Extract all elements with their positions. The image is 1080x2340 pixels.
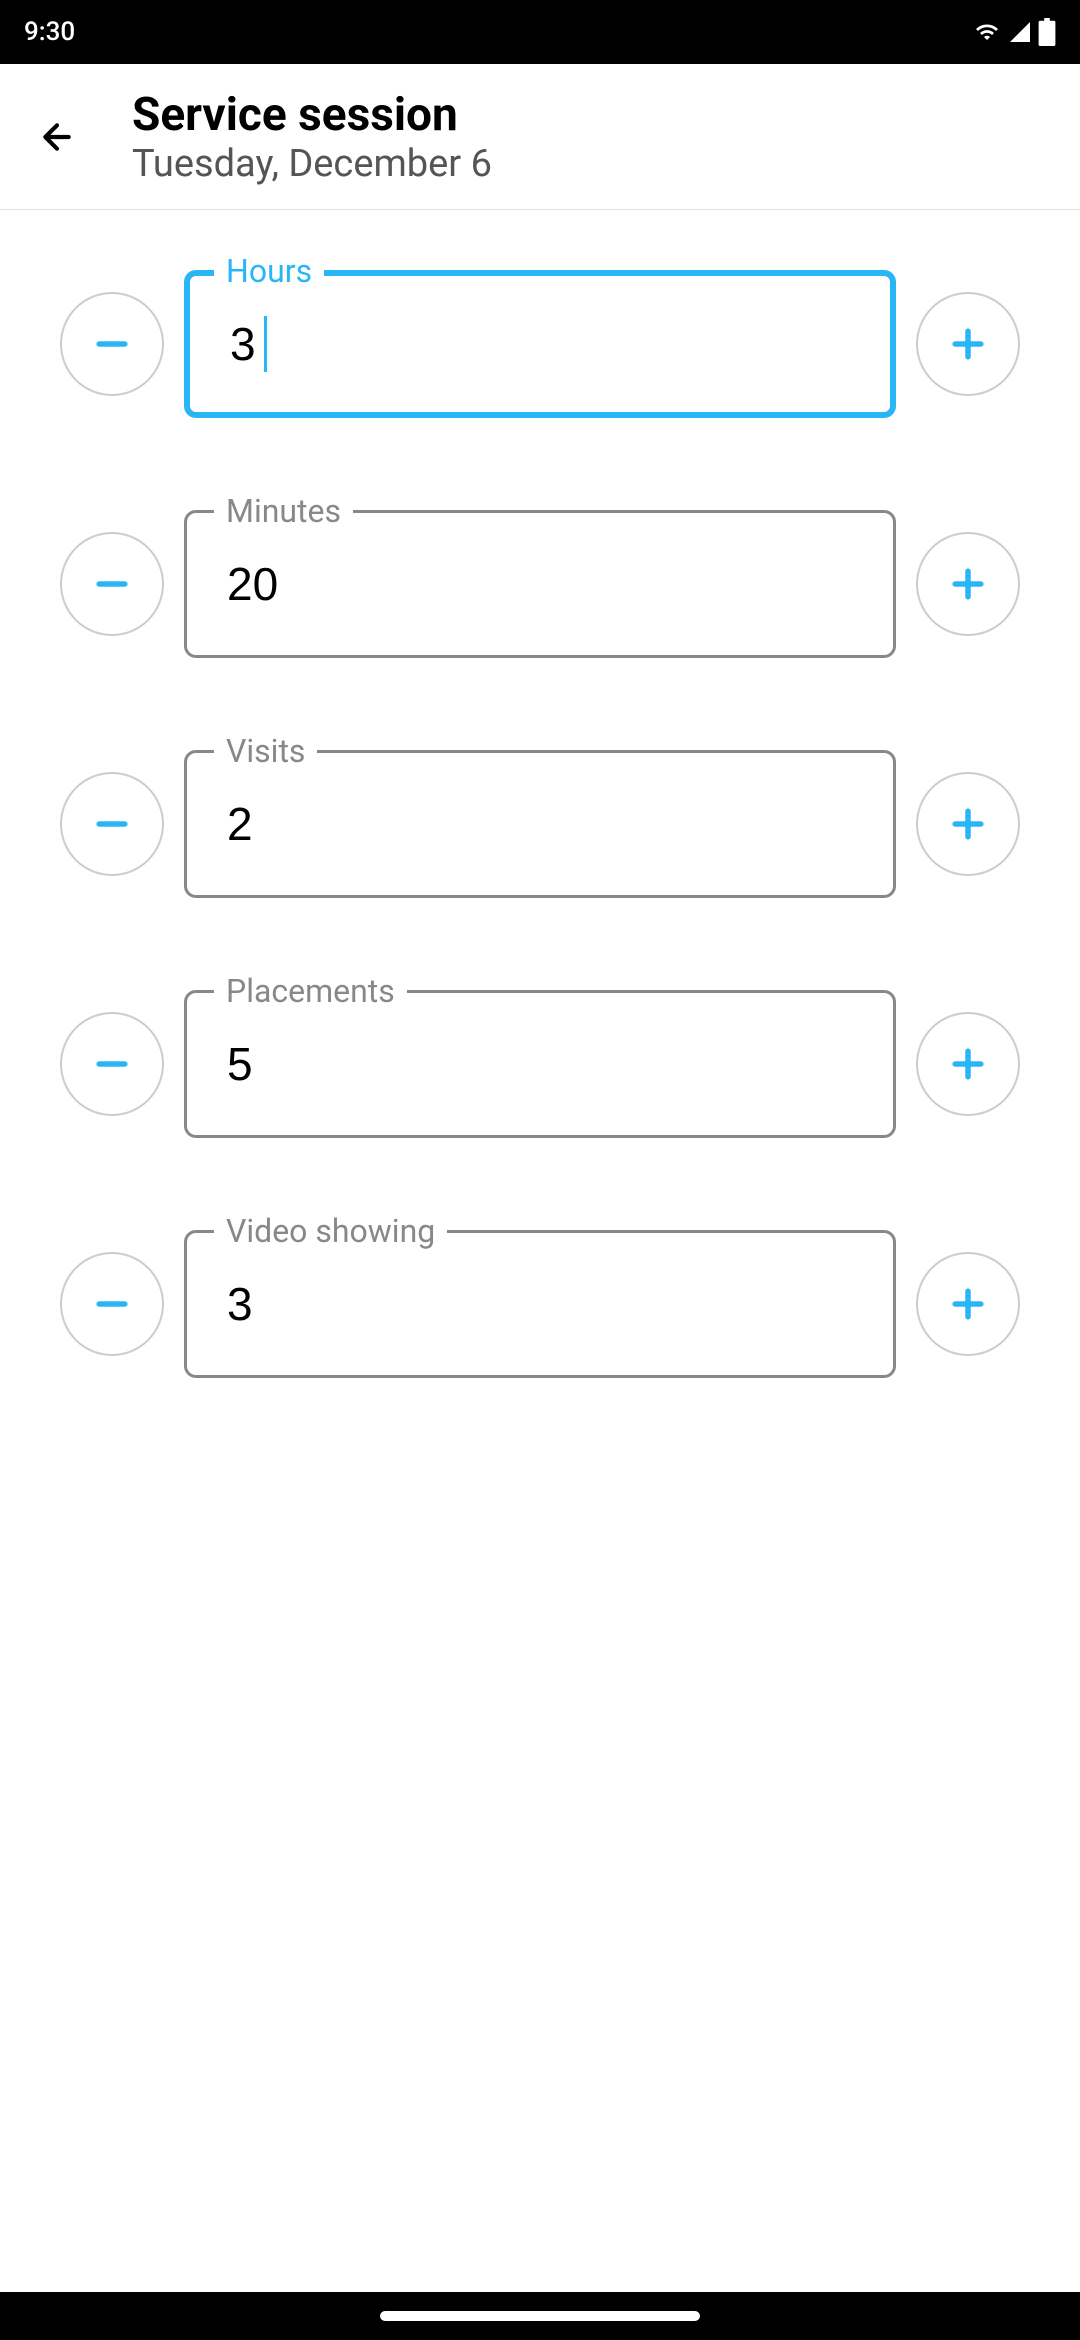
video-row: Video showing [60,1230,1020,1378]
placements-input[interactable] [184,990,896,1138]
minutes-row: Minutes [60,510,1020,658]
placements-label: Placements [214,972,407,1010]
visits-input-container: Visits [184,750,896,898]
plus-icon [946,1042,990,1086]
text-cursor [264,316,267,372]
nav-indicator[interactable] [380,2311,700,2321]
back-button[interactable] [20,100,94,174]
plus-icon [946,1282,990,1326]
status-bar: 9:30 [0,0,1080,64]
video-decrement-button[interactable] [60,1252,164,1356]
minus-icon [90,1282,134,1326]
minutes-input[interactable] [184,510,896,658]
video-label: Video showing [214,1212,447,1250]
nav-bar [0,2292,1080,2340]
plus-icon [946,802,990,846]
placements-row: Placements [60,990,1020,1138]
wifi-icon [972,20,1002,44]
placements-decrement-button[interactable] [60,1012,164,1116]
visits-input[interactable] [184,750,896,898]
plus-icon [946,562,990,606]
placements-input-container: Placements [184,990,896,1138]
visits-decrement-button[interactable] [60,772,164,876]
page-title: Service session [132,88,492,142]
hours-increment-button[interactable] [916,292,1020,396]
battery-icon [1038,18,1056,46]
video-input[interactable] [184,1230,896,1378]
video-input-container: Video showing [184,1230,896,1378]
plus-icon [946,322,990,366]
minutes-decrement-button[interactable] [60,532,164,636]
page-subtitle: Tuesday, December 6 [132,142,492,186]
minus-icon [90,802,134,846]
hours-input-container: Hours [184,270,896,418]
minutes-increment-button[interactable] [916,532,1020,636]
header: Service session Tuesday, December 6 [0,64,1080,210]
placements-increment-button[interactable] [916,1012,1020,1116]
form: Hours Minutes [0,210,1080,1438]
hours-row: Hours [60,270,1020,418]
minutes-input-container: Minutes [184,510,896,658]
minus-icon [90,562,134,606]
status-icons [972,18,1056,46]
minus-icon [90,1042,134,1086]
app-content: Service session Tuesday, December 6 Hour… [0,64,1080,2292]
hours-decrement-button[interactable] [60,292,164,396]
hours-input[interactable] [184,270,896,418]
minutes-label: Minutes [214,492,353,530]
status-time: 9:30 [24,17,75,47]
video-increment-button[interactable] [916,1252,1020,1356]
back-arrow-icon [37,117,77,157]
hours-label: Hours [214,252,324,290]
visits-row: Visits [60,750,1020,898]
minus-icon [90,322,134,366]
signal-icon [1008,20,1032,44]
header-text: Service session Tuesday, December 6 [132,88,492,186]
visits-label: Visits [214,732,317,770]
visits-increment-button[interactable] [916,772,1020,876]
